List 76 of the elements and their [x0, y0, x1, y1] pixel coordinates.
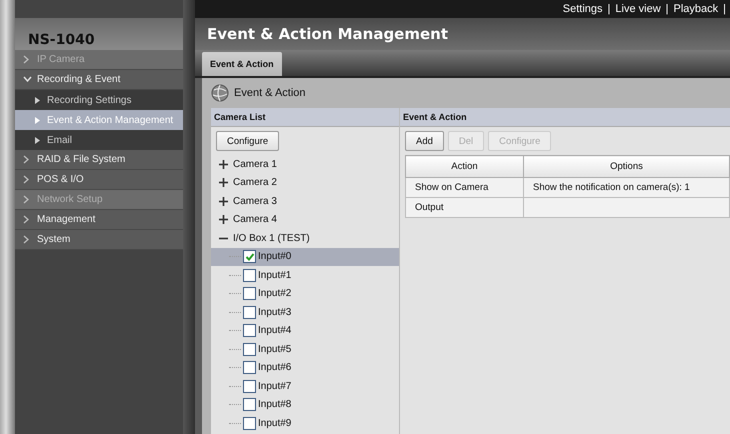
- tree-item-label: Input#8: [258, 399, 292, 410]
- tree-row[interactable]: Input#7: [211, 377, 399, 396]
- table-header: Action: [406, 156, 524, 178]
- tree-item-label: Input#1: [258, 270, 292, 281]
- tree-row[interactable]: Input#4: [211, 322, 399, 340]
- tree-row[interactable]: Input#1: [211, 266, 399, 284]
- plus-icon[interactable]: [218, 196, 229, 207]
- column-heading: Event & Action: [403, 112, 467, 122]
- chevron-right-icon: [23, 195, 30, 204]
- checkbox[interactable]: [243, 416, 256, 430]
- checkbox[interactable]: [243, 324, 256, 338]
- plus-icon[interactable]: [218, 177, 229, 188]
- tree-item-label: Input#9: [258, 418, 292, 429]
- nav-subitem[interactable]: Email: [15, 130, 183, 150]
- tree-item-label: Input#2: [258, 288, 292, 300]
- tree-item-label: Input#0: [258, 251, 292, 262]
- tree-row[interactable]: Input#0: [211, 248, 399, 266]
- tree-row[interactable]: Input#5: [211, 340, 399, 358]
- chevron-right-icon: [23, 235, 30, 244]
- top-link[interactable]: Settings: [562, 3, 603, 15]
- section-title: Event & Action: [234, 87, 306, 99]
- nav-item[interactable]: Management: [15, 210, 183, 230]
- column-heading: Camera List: [214, 112, 266, 122]
- device-title: NS-1040: [28, 32, 95, 48]
- nav-item[interactable]: RAID & File System: [15, 150, 183, 170]
- table-cell: Output: [415, 202, 444, 213]
- checkbox[interactable]: [243, 250, 256, 264]
- chevron-right-icon: [23, 215, 30, 224]
- globe-icon: [211, 84, 229, 102]
- tree-item[interactable]: Camera 2: [233, 177, 277, 188]
- chevron-right-icon: [23, 55, 30, 64]
- tree-item[interactable]: Camera 4: [233, 214, 277, 226]
- tree-item-label: Input#6: [258, 362, 292, 374]
- table-cell: Show on Camera: [415, 182, 488, 193]
- arrow-icon: [35, 96, 40, 104]
- table-cell: Show the notification on camera(s): 1: [533, 182, 690, 193]
- arrow-icon: [35, 116, 40, 124]
- plus-icon[interactable]: [218, 158, 229, 170]
- page-title: Event & Action Management: [207, 25, 448, 43]
- nav-item[interactable]: System: [15, 230, 183, 250]
- chevron-right-icon: [23, 155, 30, 164]
- tree-item-label: Input#4: [258, 325, 292, 336]
- nav-subitem[interactable]: Recording Settings: [15, 90, 183, 110]
- top-link[interactable]: Playback: [674, 3, 718, 15]
- separator: |: [723, 3, 726, 15]
- separator: |: [608, 3, 610, 15]
- tree-item[interactable]: I/O Box 1 (TEST): [233, 232, 310, 244]
- tree-item-label: Input#5: [258, 344, 292, 355]
- checkbox[interactable]: [243, 342, 256, 356]
- checkbox[interactable]: [243, 380, 256, 393]
- tree-row[interactable]: Input#6: [211, 358, 399, 377]
- tree-row[interactable]: Input#3: [211, 303, 399, 322]
- toolbar-button[interactable]: Add: [405, 131, 444, 151]
- separator: |: [666, 3, 668, 15]
- configure-button[interactable]: Configure: [216, 131, 280, 151]
- tree-row[interactable]: Input#2: [211, 284, 399, 303]
- tree-row[interactable]: Input#8: [211, 396, 399, 414]
- plus-icon[interactable]: [218, 214, 229, 226]
- tree-item[interactable]: Camera 3: [233, 196, 277, 207]
- tree-row[interactable]: Input#9: [211, 414, 399, 432]
- chevron-down-icon: [23, 76, 32, 83]
- nav-item[interactable]: POS & I/O: [15, 170, 183, 190]
- tree-item[interactable]: Camera 1: [233, 158, 277, 170]
- checkbox[interactable]: [243, 287, 256, 300]
- tree-item-label: Input#7: [258, 380, 292, 392]
- checkbox[interactable]: [243, 306, 256, 319]
- checkbox[interactable]: [243, 361, 256, 374]
- checkbox[interactable]: [243, 268, 256, 282]
- table-header: Options: [524, 156, 730, 178]
- tree-item-label: Input#3: [258, 306, 292, 318]
- arrow-icon: [35, 136, 40, 144]
- tab[interactable]: Event & Action: [202, 52, 282, 76]
- nav-item[interactable]: Recording & Event: [15, 70, 183, 90]
- top-link[interactable]: Live view: [615, 3, 661, 15]
- chevron-right-icon: [23, 175, 30, 184]
- checkbox[interactable]: [243, 398, 256, 412]
